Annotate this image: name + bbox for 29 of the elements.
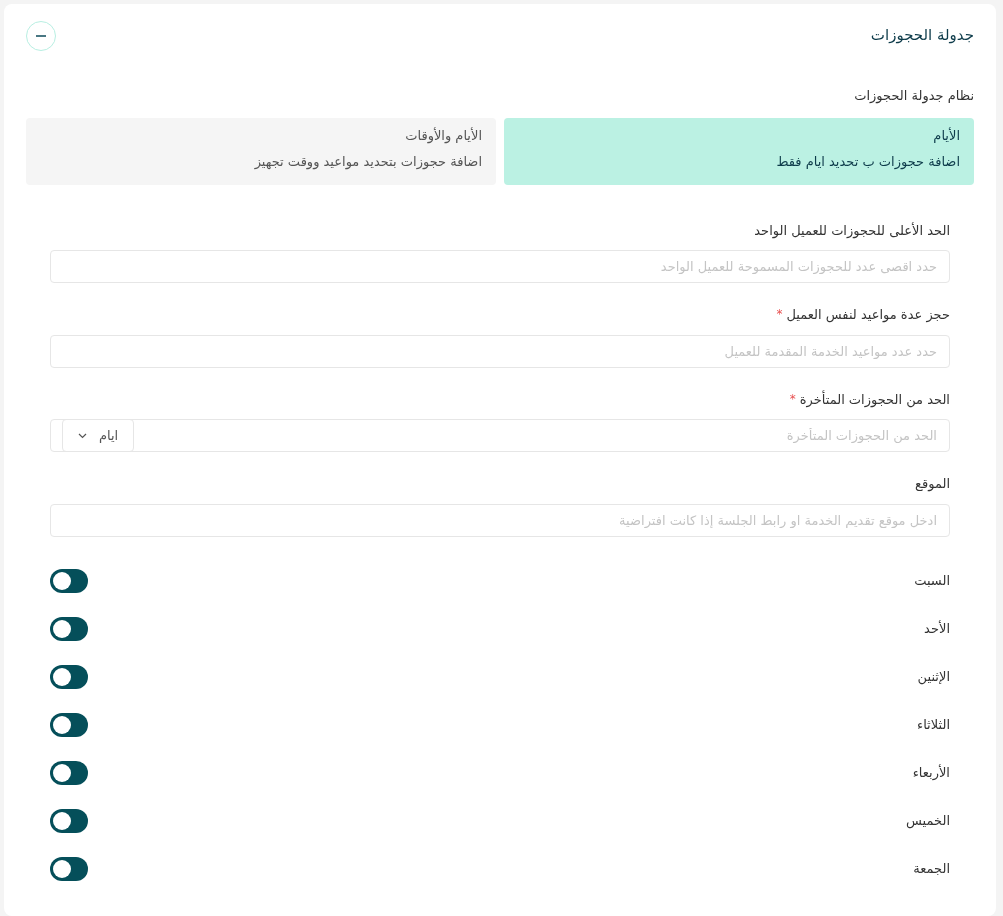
day-label: السبت	[914, 571, 950, 590]
day-label: الثلاثاء	[917, 715, 950, 734]
schedule-option[interactable]: الأيام اضافة حجوزات ب تحديد ايام فقط	[504, 117, 974, 185]
chevron-down-icon	[77, 432, 87, 439]
field-label: نظام جدولة الحجوزات	[854, 87, 974, 106]
toggle-switch[interactable]	[50, 712, 88, 737]
required-asterisk: *	[789, 390, 796, 408]
input-field[interactable]: حدد عدد مواعيد الخدمة المقدمة للعميل	[50, 334, 950, 368]
field-label: الحد من الحجوزات المتأخرة	[799, 389, 950, 409]
input-field[interactable]: ادخل موقع تقديم الخدمة او رابط الجلسة إذا كانت افتراضية	[50, 503, 950, 537]
field-label: حجز عدة مواعيد لنفس العميل	[786, 306, 950, 325]
field-label: الحد الأعلى للحجوزات للعميل الواحد	[754, 221, 950, 240]
day-label: الأربعاء	[912, 763, 950, 783]
toggle-switch[interactable]	[50, 760, 88, 785]
field-label: الموقع	[915, 475, 950, 494]
toggle-switch[interactable]	[50, 568, 88, 593]
toggle-switch[interactable]	[50, 616, 88, 641]
toggle-switch[interactable]	[50, 664, 88, 689]
day-label: الجمعة	[913, 859, 950, 878]
unit-dropdown[interactable]: ايام	[62, 419, 134, 452]
toggle-switch[interactable]	[50, 808, 88, 833]
toggle-switch[interactable]	[50, 856, 88, 881]
required-asterisk: *	[776, 306, 783, 323]
day-label: الأحد	[924, 619, 950, 638]
day-label: الإثنين	[917, 667, 950, 687]
day-label: الخميس	[906, 811, 950, 831]
schedule-option[interactable]: الأيام والأوقات اضافة حجوزات بتحديد مواعيد ووقت تجهيز	[26, 117, 496, 185]
section-title: جدولة الحجوزات	[870, 25, 974, 47]
input-field[interactable]: حدد اقصى عدد للحجوزات المسموحة للعميل الواحد	[50, 250, 950, 283]
